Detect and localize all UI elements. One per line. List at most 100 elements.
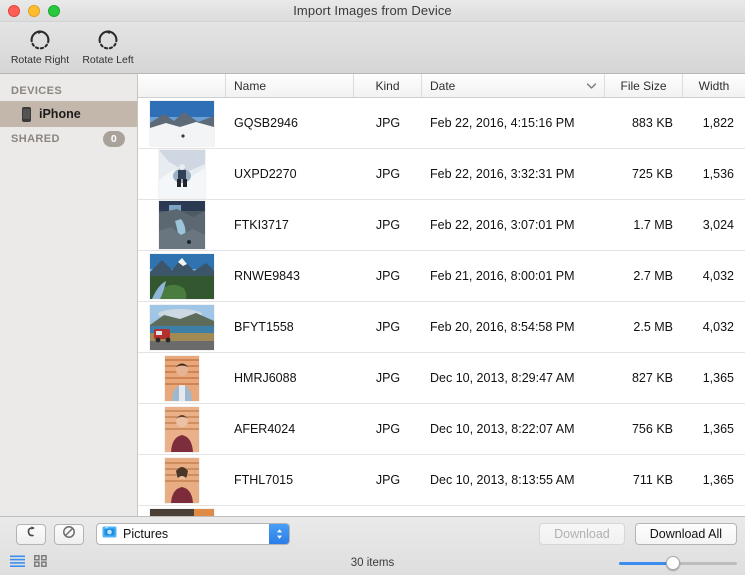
row-thumbnail-cell <box>138 302 226 353</box>
window-title: Import Images from Device <box>293 3 452 18</box>
mountain-valley-river-photo <box>150 253 214 299</box>
thumbnail-size-slider[interactable] <box>619 556 737 570</box>
window-controls <box>8 0 60 22</box>
row-thumbnail-cell <box>138 200 226 251</box>
table-row[interactable]: FTHL7015 JPG Dec 10, 2013, 8:13:55 AM 71… <box>138 455 745 506</box>
row-file-size: 2.5 MB <box>633 320 673 334</box>
pictures-folder-icon <box>102 525 117 543</box>
row-date: Feb 22, 2016, 3:32:31 PM <box>430 167 575 181</box>
slider-knob[interactable] <box>665 556 680 570</box>
bottom-bar: Pictures Download Download All 30 items <box>0 516 745 575</box>
row-name: FTHL7015 <box>234 473 294 487</box>
destination-label: Pictures <box>123 527 169 541</box>
row-width: 4,032 <box>702 320 734 334</box>
download-button[interactable]: Download <box>539 523 625 545</box>
row-width: 1,822 <box>702 116 734 130</box>
sidebar-item-iphone[interactable]: iPhone <box>0 101 137 127</box>
close-button[interactable] <box>8 5 20 17</box>
file-rows: GQSB2946 JPG Feb 22, 2016, 4:15:16 PM 88… <box>138 98 745 516</box>
title-bar: Import Images from Device <box>0 0 745 22</box>
stepper-updown-icon[interactable] <box>269 524 289 544</box>
row-thumbnail-cell <box>138 404 226 455</box>
list-view-icon[interactable] <box>10 554 25 572</box>
column-header-file-size-label: File Size <box>620 78 667 93</box>
bottom-actions-row: Pictures Download Download All <box>0 517 745 551</box>
row-width: 1,365 <box>702 422 734 436</box>
rotate-left-label: Rotate Left <box>82 54 134 66</box>
table-row[interactable] <box>138 506 745 516</box>
row-file-size: 711 KB <box>632 473 673 487</box>
column-header-thumbnail[interactable] <box>138 74 226 97</box>
row-thumbnail-cell <box>138 149 226 200</box>
zoom-button[interactable] <box>48 5 60 17</box>
table-row[interactable]: RNWE9843 JPG Feb 21, 2016, 8:00:01 PM 2.… <box>138 251 745 302</box>
column-header-kind[interactable]: Kind <box>354 74 422 97</box>
sidebar-item-iphone-label: iPhone <box>39 107 81 121</box>
prohibit-icon <box>62 525 76 544</box>
row-width: 1,365 <box>702 473 734 487</box>
grid-view-icon[interactable] <box>34 554 47 572</box>
row-kind: JPG <box>375 422 401 436</box>
rotate-right-button[interactable]: Rotate Right <box>6 22 74 74</box>
download-button-label: Download <box>554 527 610 541</box>
row-file-size: 2.7 MB <box>633 269 673 283</box>
rotate-button[interactable] <box>16 523 46 545</box>
portrait-person-maroon-photo <box>165 406 199 452</box>
column-header-width[interactable]: Width <box>683 74 745 97</box>
row-date: Feb 20, 2016, 8:54:58 PM <box>430 320 575 334</box>
row-file-size: 756 KB <box>631 422 673 436</box>
row-name: UXPD2270 <box>234 167 297 181</box>
row-date: Feb 22, 2016, 3:07:01 PM <box>430 218 575 232</box>
row-kind: JPG <box>375 371 401 385</box>
row-thumbnail-cell <box>138 251 226 302</box>
row-file-size: 1.7 MB <box>633 218 673 232</box>
row-kind: JPG <box>375 116 401 130</box>
rotate-left-button[interactable]: Rotate Left <box>74 22 142 74</box>
table-row[interactable]: HMRJ6088 JPG Dec 10, 2013, 8:29:47 AM 82… <box>138 353 745 404</box>
destination-popup-button[interactable]: Pictures <box>96 523 290 545</box>
table-row[interactable]: GQSB2946 JPG Feb 22, 2016, 4:15:16 PM 88… <box>138 98 745 149</box>
delete-button[interactable] <box>54 523 84 545</box>
file-list-area: Name Kind Date File Size Width GQSB2946 … <box>138 74 745 516</box>
row-kind: JPG <box>375 269 401 283</box>
download-all-button[interactable]: Download All <box>634 523 737 545</box>
row-name: AFER4024 <box>234 422 296 436</box>
row-width: 1,536 <box>702 167 734 181</box>
row-kind: JPG <box>375 320 401 334</box>
column-header-date-label: Date <box>430 78 456 93</box>
table-row[interactable]: AFER4024 JPG Dec 10, 2013, 8:22:07 AM 75… <box>138 404 745 455</box>
window-body: DEVICES iPhone SHARED 0 Name Kind Date F… <box>0 74 745 516</box>
chevron-down-icon <box>586 79 597 93</box>
table-row[interactable]: UXPD2270 JPG Feb 22, 2016, 3:32:31 PM 72… <box>138 149 745 200</box>
column-header-date[interactable]: Date <box>422 74 605 97</box>
row-date: Dec 10, 2013, 8:13:55 AM <box>430 473 575 487</box>
row-name: HMRJ6088 <box>234 371 297 385</box>
column-header-name[interactable]: Name <box>226 74 354 97</box>
row-date: Feb 21, 2016, 8:00:01 PM <box>430 269 575 283</box>
portrait-man-blue-shirt-photo <box>165 355 199 401</box>
row-name: GQSB2946 <box>234 116 298 130</box>
table-row[interactable]: BFYT1558 JPG Feb 20, 2016, 8:54:58 PM 2.… <box>138 302 745 353</box>
row-file-size: 725 KB <box>631 167 673 181</box>
row-thumbnail-cell <box>138 98 226 149</box>
row-date: Feb 22, 2016, 4:15:16 PM <box>430 116 575 130</box>
snowy-mountain-photo <box>150 100 214 146</box>
climber-on-snow-photo <box>159 150 205 198</box>
toolbar: Rotate Right Rotate Left <box>0 22 745 74</box>
row-name: RNWE9843 <box>234 269 300 283</box>
row-thumbnail-cell <box>138 506 226 516</box>
partial-room-photo <box>150 508 214 516</box>
sidebar-section-shared: SHARED 0 <box>0 127 137 151</box>
column-header-name-label: Name <box>234 78 267 93</box>
rotate-icon <box>24 525 38 544</box>
column-header-file-size[interactable]: File Size <box>605 74 683 97</box>
table-row[interactable]: FTKI3717 JPG Feb 22, 2016, 3:07:01 PM 1.… <box>138 200 745 251</box>
minimize-button[interactable] <box>28 5 40 17</box>
row-kind: JPG <box>375 218 401 232</box>
row-date: Dec 10, 2013, 8:22:07 AM <box>430 422 575 436</box>
download-all-button-label: Download All <box>649 527 722 541</box>
row-width: 3,024 <box>702 218 734 232</box>
glacier-crevasse-photo <box>159 201 205 249</box>
red-van-by-lake-photo <box>150 304 214 350</box>
slider-fill <box>619 562 673 565</box>
